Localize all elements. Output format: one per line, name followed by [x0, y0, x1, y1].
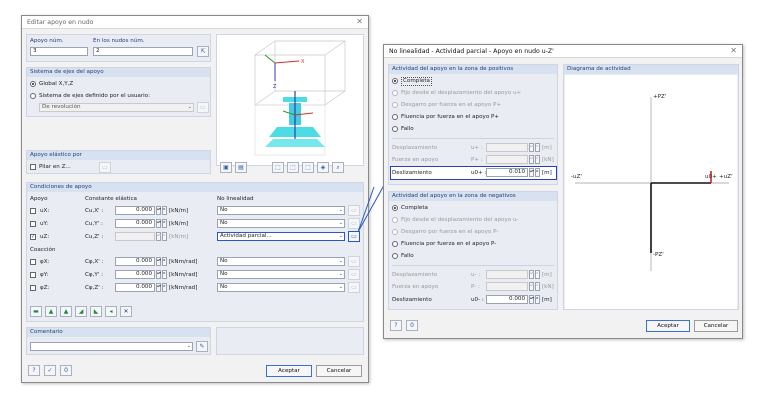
pos-desp-spinner[interactable]: ▴▾	[529, 143, 534, 152]
neg-fuerza-unit: [kN]	[542, 284, 554, 290]
help-icon[interactable]: ?	[390, 320, 402, 331]
neg-desl-input[interactable]: 0.000	[486, 295, 528, 304]
nl-aceptar-button[interactable]: Aceptar	[646, 320, 690, 332]
pos-desp-input[interactable]	[486, 143, 528, 152]
neg-desl-sym: u0- :	[471, 297, 484, 303]
pos-desl-input[interactable]: 0.010	[486, 168, 528, 177]
neg-fallo-radio[interactable]	[392, 253, 398, 259]
neg-desp-spinner-right[interactable]: ▸	[535, 270, 540, 279]
nl-dialog-title: No linealidad - Actividad parcial - Apoy…	[389, 47, 554, 55]
pos-fallo-radio[interactable]	[392, 126, 398, 132]
nl-cancelar-button[interactable]: Cancelar	[694, 320, 738, 332]
neg-desl-spinner[interactable]: ▴▾	[529, 295, 534, 304]
diagram-pz-label: +PZ'	[653, 94, 667, 100]
neg-desl-spinner-right[interactable]: ▸	[535, 295, 540, 304]
neg-fijo-label: Fijo desde el desplazamiento del apoyo u…	[401, 217, 519, 223]
negativos-group: Actividad del apoyo en la zona de negati…	[388, 191, 558, 310]
pos-fluencia-label: Fluencia por fuerza en el apoyo P+	[401, 114, 500, 120]
diagram-muz-label: -uZ'	[571, 174, 582, 180]
pos-fuerza-unit: [kN]	[542, 157, 554, 163]
neg-desp-label: Desplazamiento	[392, 272, 438, 278]
pos-desl-spinner[interactable]: ▴▾	[529, 168, 534, 177]
neg-fuerza-label: Fuerza en apoyo	[392, 284, 439, 290]
close-icon[interactable]: ✕	[730, 47, 737, 55]
pos-desp-unit: [m]	[542, 145, 552, 151]
pos-fuerza-input[interactable]	[486, 155, 528, 164]
neg-desl-unit: [m]	[542, 297, 552, 303]
neg-desgarro-radio[interactable]	[392, 229, 398, 235]
neg-desp-spinner[interactable]: ▴▾	[529, 270, 534, 279]
neg-desp-sym: u- :	[471, 272, 481, 278]
pos-fijo-label: Fijo desde el desplazamiento del apoyo u…	[401, 90, 522, 96]
diagrama-canvas: +PZ' -PZ' -uZ' u0+ +uZ'	[565, 75, 737, 309]
pos-fluencia-radio[interactable]	[392, 114, 398, 120]
pos-fuerza-sym: P+ :	[471, 157, 483, 163]
diagrama-svg	[575, 97, 729, 271]
neg-fuerza-spinner[interactable]: ▴▾	[529, 282, 534, 291]
pos-fuerza-label: Fuerza en apoyo	[392, 157, 439, 163]
neg-desp-unit: [m]	[542, 272, 552, 278]
pos-desgarro-label: Desgarro por fuerza en el apoyo P+	[401, 102, 502, 108]
pos-desp-label: Desplazamiento	[392, 145, 438, 151]
neg-separator	[392, 265, 554, 266]
neg-desp-input[interactable]	[486, 270, 528, 279]
neg-fuerza-input[interactable]	[486, 282, 528, 291]
neg-fluencia-radio[interactable]	[392, 241, 398, 247]
neg-completa-label: Completa	[401, 205, 428, 211]
zero-value-icon[interactable]: 0	[406, 320, 418, 331]
pos-desl-sym: u0+ :	[471, 170, 487, 176]
diagrama-group: Diagrama de actividad +PZ' -PZ' -uZ' u0+…	[563, 64, 739, 310]
neg-desgarro-label: Desgarro por fuerza en el apoyo P-	[401, 229, 499, 235]
diagrama-header: Diagrama de actividad	[564, 65, 738, 74]
negativos-header: Actividad del apoyo en la zona de negati…	[389, 192, 557, 201]
neg-desl-label: Deslizamiento	[392, 297, 432, 303]
pos-fuerza-spinner-right[interactable]: ▸	[535, 155, 540, 164]
diagram-mpz-label: -PZ'	[653, 252, 664, 258]
positivos-group: Actividad del apoyo en la zona de positi…	[388, 64, 558, 185]
pos-desgarro-radio[interactable]	[392, 102, 398, 108]
pos-fijo-radio[interactable]	[392, 90, 398, 96]
pos-desp-spinner-right[interactable]: ▸	[535, 143, 540, 152]
neg-fijo-radio[interactable]	[392, 217, 398, 223]
pos-desl-label: Deslizamiento	[392, 170, 432, 176]
neg-fallo-label: Fallo	[401, 253, 414, 259]
pos-fallo-label: Fallo	[401, 126, 414, 132]
diagram-u0-label: u0+	[705, 174, 717, 180]
neg-fluencia-label: Fluencia por fuerza en el apoyo P-	[401, 241, 497, 247]
no-linealidad-dialog: No linealidad - Actividad parcial - Apoy…	[383, 44, 743, 339]
nl-titlebar: No linealidad - Actividad parcial - Apoy…	[384, 45, 742, 58]
pos-desl-unit: [m]	[542, 170, 552, 176]
positivos-header: Actividad del apoyo en la zona de positi…	[389, 65, 557, 74]
pos-completa-label: Completa	[401, 77, 432, 86]
neg-fuerza-spinner-right[interactable]: ▸	[535, 282, 540, 291]
pos-desl-spinner-right[interactable]: ▸	[535, 168, 540, 177]
neg-completa-radio[interactable]	[392, 205, 398, 211]
diagram-puz-label: +uZ'	[719, 174, 733, 180]
neg-fuerza-sym: P- :	[471, 284, 480, 290]
pos-fuerza-spinner[interactable]: ▴▾	[529, 155, 534, 164]
pos-desp-sym: u+ :	[471, 145, 483, 151]
pos-completa-radio[interactable]	[392, 78, 398, 84]
pos-separator	[392, 138, 554, 139]
